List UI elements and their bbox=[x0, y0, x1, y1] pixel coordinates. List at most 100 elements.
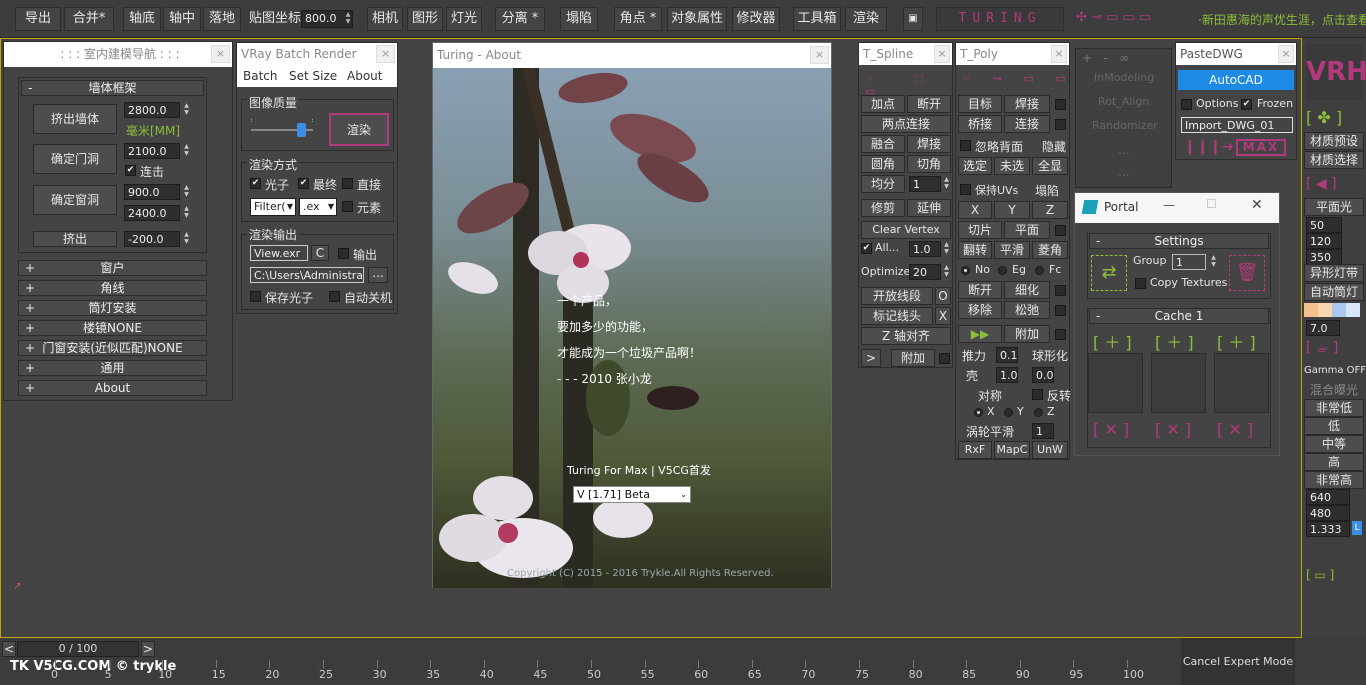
fillet-button[interactable]: 圆角 bbox=[861, 155, 905, 173]
plane-button[interactable]: 平面 bbox=[1004, 221, 1050, 239]
news-ticker[interactable]: ·新田惠海的声优生涯，点击查看 bbox=[1198, 11, 1366, 28]
plane-checkbox[interactable] bbox=[1055, 225, 1066, 236]
shell-label[interactable]: 壳 bbox=[966, 367, 978, 384]
relax-button[interactable]: 松弛 bbox=[1004, 301, 1050, 319]
target-button[interactable]: 目标 bbox=[958, 95, 1002, 113]
z-radio[interactable] bbox=[1034, 408, 1043, 417]
frozen-checkbox[interactable]: ✔ bbox=[1241, 99, 1252, 110]
refresh-icon[interactable]: ⇄ bbox=[1091, 255, 1127, 291]
color-swatch-warm[interactable] bbox=[1304, 303, 1318, 317]
eg-radio[interactable] bbox=[998, 266, 1007, 275]
close-icon[interactable]: × bbox=[934, 45, 950, 63]
attach-checkbox[interactable] bbox=[939, 353, 950, 364]
light-button[interactable]: 灯光 bbox=[446, 7, 482, 31]
ies-light-button[interactable]: 异形灯带 bbox=[1304, 264, 1364, 282]
collapse-label[interactable]: 塌陷 bbox=[1035, 182, 1059, 199]
menu-batch[interactable]: Batch bbox=[243, 69, 278, 83]
spinner-icon[interactable]: ▲ ▼ bbox=[182, 184, 191, 200]
wall-height-input[interactable]: 2800.0 bbox=[124, 102, 180, 118]
window-button[interactable]: 确定窗洞 bbox=[33, 185, 117, 215]
plane-light-icon[interactable]: [ ◀ ] bbox=[1306, 176, 1337, 192]
window-input-2[interactable]: 2400.0 bbox=[124, 205, 180, 221]
cache-slot-3[interactable] bbox=[1214, 353, 1269, 413]
remove-button[interactable]: 移除 bbox=[958, 301, 1002, 319]
relax-checkbox[interactable] bbox=[1055, 305, 1066, 316]
render-button[interactable]: 渲染 bbox=[329, 113, 389, 146]
gamma-label[interactable]: Gamma OFF bbox=[1304, 365, 1366, 376]
remove-slot-3-icon[interactable]: [ ✕ ] bbox=[1217, 420, 1253, 439]
add-slot-2-icon[interactable]: [ ＋ ] bbox=[1155, 329, 1194, 353]
rollout-downlight[interactable]: + 筒灯安装 bbox=[18, 300, 207, 316]
slider-knob[interactable] bbox=[296, 123, 306, 137]
maximize-icon[interactable]: ☐ bbox=[1206, 197, 1217, 211]
window-icon[interactable]: ▣ bbox=[903, 7, 923, 31]
remove-slot-1-icon[interactable]: [ ✕ ] bbox=[1093, 420, 1129, 439]
browse-button[interactable]: ... bbox=[368, 267, 388, 283]
rollout-cornice[interactable]: + 角线 bbox=[18, 280, 207, 296]
close-icon[interactable]: × bbox=[1051, 45, 1067, 63]
auto-spot-button[interactable]: 自动筒灯 bbox=[1304, 283, 1364, 301]
smooth-button[interactable]: 平滑 bbox=[994, 241, 1030, 259]
layer-input[interactable]: Import_DWG_01 bbox=[1181, 117, 1293, 133]
all-checkbox[interactable]: ✔ bbox=[861, 243, 872, 254]
next-frame-button[interactable]: > bbox=[141, 641, 155, 657]
battery-icon[interactable]: [ ▭ ] bbox=[1306, 568, 1334, 582]
rollout-window[interactable]: + 窗户 bbox=[18, 260, 207, 276]
rxf-button[interactable]: RxF bbox=[958, 441, 992, 459]
trim-button[interactable]: 修剪 bbox=[861, 199, 905, 217]
optimize-input[interactable]: 20 bbox=[909, 264, 941, 280]
mark-head-button[interactable]: 标记线头 bbox=[861, 307, 933, 325]
direct-checkbox[interactable] bbox=[342, 178, 353, 189]
clear-vertex-button[interactable]: Clear Vertex bbox=[861, 221, 951, 239]
auto-shutdown-checkbox[interactable] bbox=[329, 291, 340, 302]
wall-section-header[interactable]: - 墙体框架 bbox=[21, 80, 204, 96]
settings-header[interactable]: - Settings bbox=[1089, 233, 1269, 249]
z-button[interactable]: Z bbox=[1032, 201, 1068, 219]
quality-medium-button[interactable]: 中等 bbox=[1304, 435, 1364, 453]
quality-very-low-button[interactable]: 非常低 bbox=[1304, 399, 1364, 417]
chamfer-button[interactable]: 切角 bbox=[907, 155, 951, 173]
group-input[interactable]: 1 bbox=[1172, 254, 1206, 270]
x-button[interactable]: X bbox=[958, 201, 992, 219]
more-item[interactable]: ... bbox=[1118, 143, 1129, 157]
light-input-2[interactable]: 120 bbox=[1306, 233, 1342, 249]
z-align-button[interactable]: Z 轴对齐 bbox=[861, 327, 951, 345]
hide-label[interactable]: 隐藏 bbox=[1042, 138, 1066, 155]
output-checkbox[interactable] bbox=[338, 248, 349, 259]
show-all-button[interactable]: 全显 bbox=[1032, 157, 1068, 175]
cancel-expert-mode-button[interactable]: Cancel Expert Mode bbox=[1181, 638, 1295, 685]
close-icon[interactable]: × bbox=[810, 46, 829, 64]
divide-input[interactable]: 1 bbox=[909, 176, 941, 192]
connect-checkbox[interactable] bbox=[1055, 119, 1066, 130]
copy-textures-checkbox[interactable] bbox=[1135, 278, 1146, 289]
close-icon[interactable]: × bbox=[376, 45, 395, 63]
unw-button[interactable]: UnW bbox=[1032, 441, 1068, 459]
unselected-button[interactable]: 未选 bbox=[994, 157, 1030, 175]
drop-to-ground-button[interactable]: 落地 bbox=[203, 7, 241, 31]
quality-very-high-button[interactable]: 非常高 bbox=[1304, 471, 1364, 489]
divide-button[interactable]: 均分 bbox=[861, 175, 905, 193]
x-button[interactable]: X bbox=[935, 307, 951, 325]
spinner-icon[interactable]: ▲ ▼ bbox=[1209, 254, 1218, 270]
add-point-button[interactable]: 加点 bbox=[861, 95, 905, 113]
refine-button[interactable]: 细化 bbox=[1004, 281, 1050, 299]
break-button[interactable]: 断开 bbox=[958, 281, 1002, 299]
pink-tool-icons[interactable]: ✣ ⊸ ▭ ▭ ▭ bbox=[1076, 10, 1151, 25]
flip-button[interactable]: 翻转 bbox=[958, 241, 992, 259]
connect-button[interactable]: 连接 bbox=[1004, 115, 1050, 133]
material-select-button[interactable]: 材质选择 bbox=[1304, 151, 1364, 169]
all-input[interactable]: 1.0 bbox=[909, 241, 941, 257]
inmodeling-item[interactable]: InModeling bbox=[1094, 71, 1154, 84]
bridge-button[interactable]: 桥接 bbox=[958, 115, 1002, 133]
symmetry-label[interactable]: 对称 bbox=[978, 387, 1002, 404]
axis-center-button[interactable]: 轴中 bbox=[163, 7, 201, 31]
ext-select[interactable]: .ex ▼ bbox=[299, 198, 337, 216]
lock-ratio-button[interactable]: L bbox=[1352, 521, 1362, 535]
spinner-icon[interactable]: ▲ ▼ bbox=[942, 241, 951, 257]
more-item[interactable]: ... bbox=[1118, 165, 1129, 179]
attach-button[interactable]: 附加 bbox=[891, 349, 935, 367]
teapot-icon[interactable]: [ ☕ ] bbox=[1306, 340, 1338, 356]
continuous-checkbox[interactable]: ✔ bbox=[125, 165, 136, 176]
refine-checkbox[interactable] bbox=[1055, 285, 1066, 296]
mixed-exposure-label[interactable]: 混合曝光 bbox=[1310, 381, 1358, 398]
